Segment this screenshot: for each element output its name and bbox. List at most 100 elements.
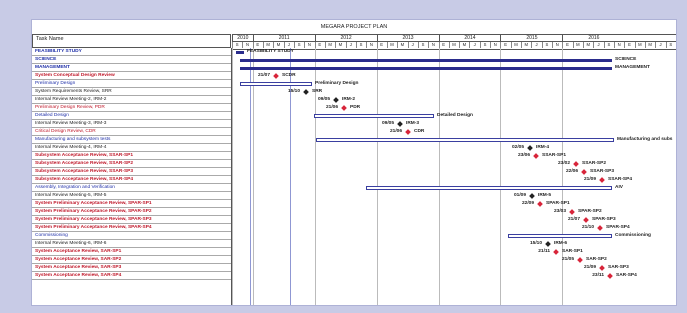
year-gridline [500,48,502,305]
science-bar [240,58,612,62]
manufacturing-bar-label: Manufacturing and subs [617,137,673,142]
milestone-date: 02/05 [511,145,524,150]
milestone-diamond [397,121,403,127]
task-row[interactable]: Internal Review Meeting-3, IRM-3 [32,120,231,128]
milestone-diamond [583,217,589,223]
task-row[interactable]: Subsystem Acceptance Review, SSAR-SP1 [32,152,231,160]
task-row[interactable]: Assembly, Integration and Verification [32,184,231,192]
task-row[interactable]: System Preliminary Acceptance Review, SP… [32,200,231,208]
milestone-name: SSAR-SP1 [542,153,566,158]
milestone-date: 21/07 [567,217,580,222]
milestone-diamond [527,145,533,151]
milestone-date: 01/09 [513,193,526,198]
milestone-date: 21/07 [257,73,270,78]
milestone-name: IRM-2 [342,97,356,102]
task-row[interactable]: Commissioning [32,232,231,240]
task-row[interactable]: Subsystem Acceptance Review, SSAR-SP2 [32,160,231,168]
year-gridline [252,48,254,305]
task-row[interactable]: Internal Review Meeting-6, IRM-6 [32,240,231,248]
aiv-bar-label: AIV [615,185,623,190]
milestone-name: SPAR-SP2 [578,209,602,214]
task-name-header[interactable]: Task Name [32,34,231,48]
task-row[interactable]: Preliminary Design Review, PDR [32,104,231,112]
milestone-date: 22/09 [521,201,534,206]
year-gridline [232,48,233,305]
preliminary-design-bar [240,82,312,86]
task-row[interactable]: Manufacturing and subsystem tests [32,136,231,144]
milestone-name: PDR [350,105,361,110]
task-row[interactable]: Critical Design Review, CDR [32,128,231,136]
milestone-diamond [529,193,535,199]
task-row[interactable]: System Preliminary Acceptance Review, SP… [32,224,231,232]
milestone-diamond [599,265,605,271]
milestone-name: SCDR [282,73,296,78]
year-gridline [438,48,440,305]
task-row[interactable]: Internal Review Meeting-5, IRM-5 [32,192,231,200]
science-bar-label: SCIENCE [615,57,637,62]
milestone-name: IRM-6 [554,241,568,246]
milestone-diamond [545,241,551,247]
milestone-name: SAR-SP3 [608,265,629,270]
milestone-name: SPAR-SP4 [606,225,630,230]
task-row[interactable]: Internal Review Meeting-4, IRM-4 [32,144,231,152]
milestone-name: SAR-SP2 [586,257,607,262]
task-row[interactable]: Internal Review Meeting-2, IRM-2 [32,96,231,104]
year-gridline [376,48,378,305]
milestone-name: SSAR-SP2 [582,161,606,166]
milestone-date: 21/09 [583,265,596,270]
milestone-date: 15/10 [529,241,542,246]
milestone-date: 22/06 [565,169,578,174]
milestone-name: SSAR-SP3 [590,169,614,174]
milestone-diamond [341,105,347,111]
task-row[interactable]: System Requirements Review, SRR [32,88,231,96]
milestone-diamond [533,153,539,159]
milestone-diamond [405,129,411,135]
milestone-name: SAR-SP1 [562,249,583,254]
task-row[interactable]: System Acceptance Review, SAR-SP4 [32,272,231,280]
commissioning-bar [508,234,612,238]
milestone-date: 21/09 [583,177,596,182]
milestone-date: 09/05 [317,97,330,102]
milestone-date: 23/11 [592,273,604,278]
detailed-design-bar [314,114,434,118]
milestone-name: IRM-3 [406,121,420,126]
task-row[interactable]: SCIENCE [32,56,231,64]
milestone-date: 21/05 [561,257,574,262]
milestone-date: 15/10 [287,89,300,94]
milestone-name: SPAR-SP3 [592,217,616,222]
feasibility-bar-label: FEASIBILITY STUDY [247,49,294,54]
milestone-diamond [599,177,605,183]
task-row[interactable]: Subsystem Acceptance Review, SSAR-SP4 [32,176,231,184]
milestone-name: CDR [414,129,425,134]
milestone-name: IRM-5 [538,193,552,198]
preliminary-design-bar-label: Preliminary Design [315,81,359,86]
guide-line [250,48,251,305]
year-gridline [562,48,564,305]
task-row[interactable]: System Acceptance Review, SAR-SP2 [32,256,231,264]
task-row[interactable]: Preliminary Design [32,80,231,88]
milestone-diamond [577,257,583,263]
task-row[interactable]: MANAGEMENT [32,64,231,72]
manufacturing-bar [316,138,614,142]
task-row[interactable]: System Conceptual Design Review [32,72,231,80]
gantt-sheet: MEGARA PROJECT PLAN Task Name 2010 2011 20… [32,20,676,305]
task-row[interactable]: System Preliminary Acceptance Review, SP… [32,216,231,224]
task-row[interactable]: System Acceptance Review, SAR-SP1 [32,248,231,256]
milestone-date: 21/06 [389,129,402,134]
task-row[interactable]: Detailed Design [32,112,231,120]
milestone-name: SRR [312,89,323,94]
task-row[interactable]: Subsystem Acceptance Review, SSAR-SP3 [32,168,231,176]
milestone-diamond [537,201,543,207]
detailed-design-bar-label: Detailed Design [437,113,473,118]
milestone-date: 21/10 [581,225,594,230]
milestone-diamond [569,209,575,215]
aiv-bar [366,186,612,190]
project-title: MEGARA PROJECT PLAN [320,24,388,30]
milestone-date: 21/11 [538,249,550,254]
task-row[interactable]: System Acceptance Review, SAR-SP3 [32,264,231,272]
task-row[interactable]: System Preliminary Acceptance Review, SP… [32,208,231,216]
milestone-diamond [333,97,339,103]
milestone-diamond [303,89,309,95]
task-row[interactable]: FEASIBILITY STUDY [32,48,231,56]
management-bar-label: MANAGEMENT [615,65,650,70]
